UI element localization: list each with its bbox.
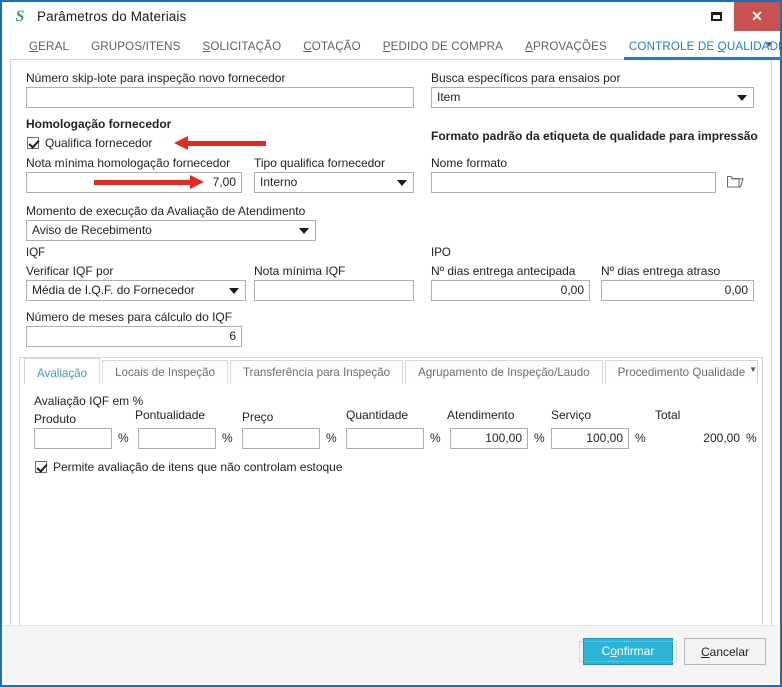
dias-atraso-input[interactable]: 0,00 [601,280,754,301]
chevron-down-icon[interactable]: ▼ [749,365,757,374]
verificar-iqf-select[interactable]: Média de I.Q.F. do Fornecedor [26,280,246,301]
tab-solicitacao[interactable]: SOLICITAÇÃO [191,41,292,59]
nome-formato-input[interactable] [431,172,716,193]
annotation-arrow-qualifica [174,138,266,148]
iqf-header: IQF [26,246,45,260]
servico-input[interactable]: 100,00 [551,428,629,449]
quantidade-label: Quantidade [346,408,408,422]
checkbox-checked-icon [35,461,47,473]
tab-agrupamento-de-inspecao-laudo[interactable]: Agrupamento de Inspeção/Laudo [405,360,602,384]
quality-form: Número skip-lote para inspeção novo forn… [11,60,771,350]
ipo-header: IPO [431,246,451,260]
nota-minima-iqf-label: Nota mínima IQF [254,264,345,278]
tipo-qualifica-value: Interno [260,173,297,192]
dias-antecipada-input[interactable]: 0,00 [431,280,590,301]
maximize-icon [711,12,722,21]
skip-lote-label: Número skip-lote para inspeção novo forn… [26,71,285,85]
tab-geral[interactable]: GERAL [18,41,80,59]
chevron-down-icon [396,173,408,192]
produto-percent-symbol: % [118,431,129,445]
chevron-down-icon[interactable]: ▼ [762,37,776,51]
momento-execucao-select[interactable]: Aviso de Recebimento [26,220,316,241]
maximize-button[interactable] [698,2,734,31]
permite-avaliacao-label: Permite avaliação de itens que não contr… [53,460,343,474]
quantidade-percent-symbol: % [430,431,441,445]
dialog-footer: Confirmar Cancelar [4,625,778,683]
confirm-button[interactable]: Confirmar [583,638,673,665]
s-logo-icon: S [12,8,28,26]
tab-transferencia-para-inspecao[interactable]: Transferência para Inspeção [230,360,403,384]
preco-label: Preço [242,410,273,424]
tab-aprovacoes[interactable]: APROVAÇÕES [514,41,618,59]
close-button[interactable]: ✕ [734,2,780,31]
produto-label: Produto [34,412,76,426]
inspection-tab-bar: Avaliação Locais de Inspeção Transferênc… [20,358,762,385]
verificar-iqf-value: Média de I.Q.F. do Fornecedor [32,281,195,300]
momento-execucao-label: Momento de execução da Avaliação de Aten… [26,204,305,218]
pontualidade-input[interactable] [138,428,216,449]
dias-antecipada-label: Nº dias entrega antecipada [431,264,575,278]
folder-icon[interactable] [727,174,744,189]
busca-especificos-select[interactable]: Item [431,87,754,108]
preco-percent-symbol: % [326,431,337,445]
cancel-button-label: Cancelar [701,645,749,659]
tab-pedido-de-compra[interactable]: PEDIDO DE COMPRA [372,41,514,59]
dias-atraso-label: Nº dias entrega atraso [601,264,720,278]
tipo-qualifica-label: Tipo qualifica fornecedor [254,156,385,170]
meses-iqf-label: Número de meses para cálculo do IQF [26,310,232,324]
pontualidade-percent-symbol: % [222,431,233,445]
atendimento-input[interactable]: 100,00 [450,428,528,449]
homologacao-header: Homologação fornecedor [26,117,171,131]
confirm-button-label: Confirmar [579,641,678,662]
meses-iqf-input[interactable]: 6 [26,326,242,347]
tab-controle-de-qualidade[interactable]: CONTROLE DE QUALIDADE [618,41,782,59]
dialog-window: S Parâmetros do Materiais ✕ GERAL GRUPOS… [0,0,782,687]
quantidade-input[interactable] [346,428,424,449]
atendimento-percent-symbol: % [534,431,545,445]
tipo-qualifica-select[interactable]: Interno [254,172,414,193]
avaliacao-section-title: Avaliação IQF em % [34,394,143,408]
qualifica-fornecedor-label: Qualifica fornecedor [45,136,152,150]
servico-label: Serviço [551,408,591,422]
content-panel: Número skip-lote para inspeção novo forn… [10,60,772,645]
chevron-down-icon [736,88,748,107]
formato-etiqueta-header: Formato padrão da etiqueta de qualidade … [431,129,758,143]
cancel-button[interactable]: Cancelar [684,638,766,665]
verificar-iqf-label: Verificar IQF por [26,264,113,278]
nota-minima-iqf-input[interactable] [254,280,414,301]
produto-input[interactable] [34,428,112,449]
tab-avaliacao[interactable]: Avaliação [24,358,100,384]
momento-execucao-value: Aviso de Recebimento [32,221,152,240]
avaliacao-panel: Avaliação IQF em % Produto % Pontualidad… [20,384,762,635]
total-value: 200,00 [640,431,740,445]
nota-minima-label: Nota mínima homologação fornecedor [26,156,230,170]
atendimento-label: Atendimento [447,408,514,422]
permite-avaliacao-checkbox[interactable]: Permite avaliação de itens que não contr… [35,460,343,474]
busca-especificos-label: Busca específicos para ensaios por [431,71,620,85]
nota-minima-homologacao-field[interactable]: 7,00 [26,172,242,193]
main-tab-bar: GERAL GRUPOS/ITENS SOLICITAÇÃO COTAÇÃO P… [10,33,772,60]
inspection-tab-group: Avaliação Locais de Inspeção Transferênc… [19,357,763,636]
window-controls: ✕ [698,2,780,31]
window-title: Parâmetros do Materiais [37,9,186,24]
tab-grupos-itens[interactable]: GRUPOS/ITENS [80,41,191,59]
title-bar: S Parâmetros do Materiais ✕ [2,2,780,32]
skip-lote-input[interactable] [26,87,414,108]
tab-locais-de-inspecao[interactable]: Locais de Inspeção [102,360,228,384]
busca-especificos-value: Item [437,88,460,107]
chevron-down-icon [228,281,240,300]
chevron-down-icon [298,221,310,240]
nome-formato-label: Nome formato [431,156,507,170]
tab-procedimento-qualidade[interactable]: Procedimento Qualidade [605,360,759,384]
checkbox-checked-icon [27,137,39,149]
total-label: Total [655,408,680,422]
qualifica-fornecedor-checkbox[interactable]: Qualifica fornecedor [27,136,152,150]
pontualidade-label: Pontualidade [135,408,205,422]
tab-cotacao[interactable]: COTAÇÃO [292,41,372,59]
total-percent-symbol: % [746,431,757,445]
preco-input[interactable] [242,428,320,449]
